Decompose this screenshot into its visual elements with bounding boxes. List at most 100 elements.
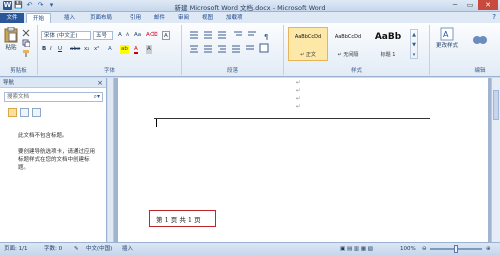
browse-headings-icon[interactable]: [8, 108, 17, 117]
browse-results-icon[interactable]: [32, 108, 41, 117]
subscript-button[interactable]: x₂: [84, 45, 89, 54]
watermark-url: jingyan.baidu.com: [384, 218, 449, 226]
footer-page-number[interactable]: 第 1 页 共 1 页: [156, 214, 201, 224]
vertical-scrollbar[interactable]: [491, 78, 500, 242]
change-styles-button[interactable]: A 更改样式: [432, 27, 462, 49]
find-binoculars-icon[interactable]: [472, 31, 488, 47]
paragraph-mark: ↵: [296, 96, 301, 102]
help-icon[interactable]: ?: [492, 13, 496, 21]
zoom-in-icon[interactable]: ⊕: [486, 243, 491, 255]
char-shading-icon[interactable]: A: [146, 45, 152, 54]
style-no-spacing[interactable]: AaBbCcDd ↵ 无间隔: [328, 27, 368, 61]
zoom-out-icon[interactable]: ⊖: [422, 243, 427, 255]
editing-group-label: 编辑: [474, 68, 486, 74]
close-button[interactable]: ✕: [478, 0, 498, 10]
nav-search-input[interactable]: 搜索文档 ⌕▾: [4, 92, 103, 102]
grow-font-button[interactable]: A: [118, 31, 122, 40]
clipboard-group: 粘贴 剪贴板: [0, 25, 38, 75]
strikethrough-button[interactable]: abe: [70, 45, 80, 54]
clipboard-group-label: 剪贴板: [10, 68, 27, 74]
maximize-button[interactable]: ▭: [463, 0, 477, 10]
minimize-button[interactable]: ─: [448, 0, 462, 10]
paste-button[interactable]: 粘贴: [3, 27, 19, 51]
tab-references[interactable]: 引用: [124, 13, 147, 23]
superscript-button[interactable]: x²: [94, 45, 99, 54]
highlight-icon[interactable]: ab: [120, 45, 129, 54]
format-painter-icon[interactable]: [22, 49, 30, 57]
status-insert-mode[interactable]: 插入: [122, 243, 133, 255]
char-border-button[interactable]: A: [162, 31, 170, 40]
change-case-button[interactable]: Aa: [134, 31, 141, 40]
customize-qat-icon[interactable]: ▾: [47, 1, 56, 10]
font-size-select[interactable]: 五号: [93, 31, 113, 40]
editing-group: 编辑: [462, 25, 498, 75]
redo-icon[interactable]: ↷: [36, 1, 45, 10]
text-effects-button[interactable]: A: [108, 45, 112, 54]
copy-icon[interactable]: [22, 39, 30, 47]
paragraph-mark: ↵: [296, 88, 301, 94]
word-logo-icon[interactable]: W: [3, 1, 12, 10]
title-bar: W 💾 ↶ ↷ ▾ 新建 Microsoft Word 文档.docx - Mi…: [0, 0, 500, 12]
undo-icon[interactable]: ↶: [25, 1, 34, 10]
status-page[interactable]: 页面: 1/1: [4, 243, 27, 255]
text-cursor: [156, 119, 157, 127]
paragraph-mark: ↵: [296, 80, 301, 86]
proofing-icon[interactable]: ✎: [74, 243, 79, 255]
view-buttons-icon[interactable]: ▣ ▤ ▥ ▦ ▧: [340, 243, 373, 255]
change-styles-icon: A: [440, 27, 454, 41]
italic-button[interactable]: I: [50, 45, 52, 54]
search-icon[interactable]: ⌕▾: [94, 93, 100, 101]
tab-file[interactable]: 文件: [0, 13, 24, 23]
style-no-spacing-name: ↵ 无间隔: [337, 52, 359, 58]
tab-review[interactable]: 审阅: [172, 13, 195, 23]
browse-pages-icon[interactable]: [20, 108, 29, 117]
paste-icon: [4, 27, 18, 43]
status-word-count[interactable]: 字数: 0: [44, 243, 62, 255]
ribbon: 粘贴 剪贴板 宋体 (中文正) 五号 A A Aa A⌫ A B I U abe…: [0, 23, 500, 77]
close-icon[interactable]: ×: [97, 78, 103, 88]
watermark-logo: Baidu 经验: [368, 196, 480, 220]
save-icon[interactable]: 💾: [14, 1, 23, 10]
tab-home[interactable]: 开始: [26, 13, 52, 23]
status-zoom[interactable]: 100%: [400, 243, 416, 255]
styles-scroll[interactable]: ▲ ▼ ▾: [410, 29, 418, 59]
clear-format-icon[interactable]: A⌫: [146, 31, 158, 40]
styles-group: AaBbCcDd ↵ 正文 AaBbCcDd ↵ 无间隔 AaBb 标题 1 ▲…: [284, 25, 430, 75]
change-styles-label: 更改样式: [435, 43, 458, 49]
tab-addins[interactable]: 加载项: [220, 13, 249, 23]
underline-button[interactable]: U: [58, 45, 62, 54]
bold-button[interactable]: B: [42, 45, 46, 54]
style-heading-1-sample: AaBb: [374, 32, 402, 42]
font-group-label: 字体: [103, 68, 115, 74]
tab-insert[interactable]: 插入: [58, 13, 81, 23]
font-group: 宋体 (中文正) 五号 A A Aa A⌫ A B I U abe x₂ x² …: [38, 25, 182, 75]
scrollbar-thumb[interactable]: [493, 90, 499, 120]
zoom-slider-knob[interactable]: [454, 245, 458, 253]
tab-view[interactable]: 视图: [196, 13, 219, 23]
paragraph-group-label: 段落: [226, 68, 238, 74]
nav-view-tabs: [8, 108, 41, 117]
nav-message-no-headings: 此文档不包含标题。: [18, 133, 68, 139]
font-name-select[interactable]: 宋体 (中文正): [41, 31, 91, 40]
status-bar: 页面: 1/1 字数: 0 ✎ 中文(中国) 插入 ▣ ▤ ▥ ▦ ▧ 100%…: [0, 242, 500, 255]
nav-pane-title: 导航: [3, 80, 15, 86]
ribbon-tabs: 文件 开始 插入 页面布局 引用 邮件 审阅 视图 加载项 ?: [0, 12, 500, 23]
styles-group-label: 样式: [350, 68, 362, 74]
paragraph-buttons-icon[interactable]: ¶: [188, 30, 278, 60]
cut-icon[interactable]: [22, 29, 30, 37]
navigation-pane: 导航 × 搜索文档 ⌕▾ 此文档不包含标题。 要创建导航选项卡，请通过应用标题样…: [0, 78, 107, 242]
style-normal-sample: AaBbCcDd: [294, 34, 322, 40]
status-language[interactable]: 中文(中国): [86, 243, 112, 255]
tab-page-layout[interactable]: 页面布局: [84, 13, 118, 23]
header-border-line: [154, 118, 430, 119]
nav-pane-header: 导航 ×: [0, 78, 106, 88]
style-no-spacing-sample: AaBbCcDd: [334, 34, 362, 40]
tab-mailings[interactable]: 邮件: [148, 13, 171, 23]
nav-pane-message: 此文档不包含标题。 要创建导航选项卡，请通过应用标题样式在您的文档中创建标题。: [18, 132, 100, 180]
style-heading-1[interactable]: AaBb 标题 1: [368, 27, 408, 61]
shrink-font-button[interactable]: A: [126, 31, 129, 40]
font-color-icon[interactable]: A: [134, 45, 138, 54]
paste-label: 粘贴: [5, 45, 17, 51]
style-normal[interactable]: AaBbCcDd ↵ 正文: [288, 27, 328, 61]
vertical-ruler: [108, 78, 114, 242]
